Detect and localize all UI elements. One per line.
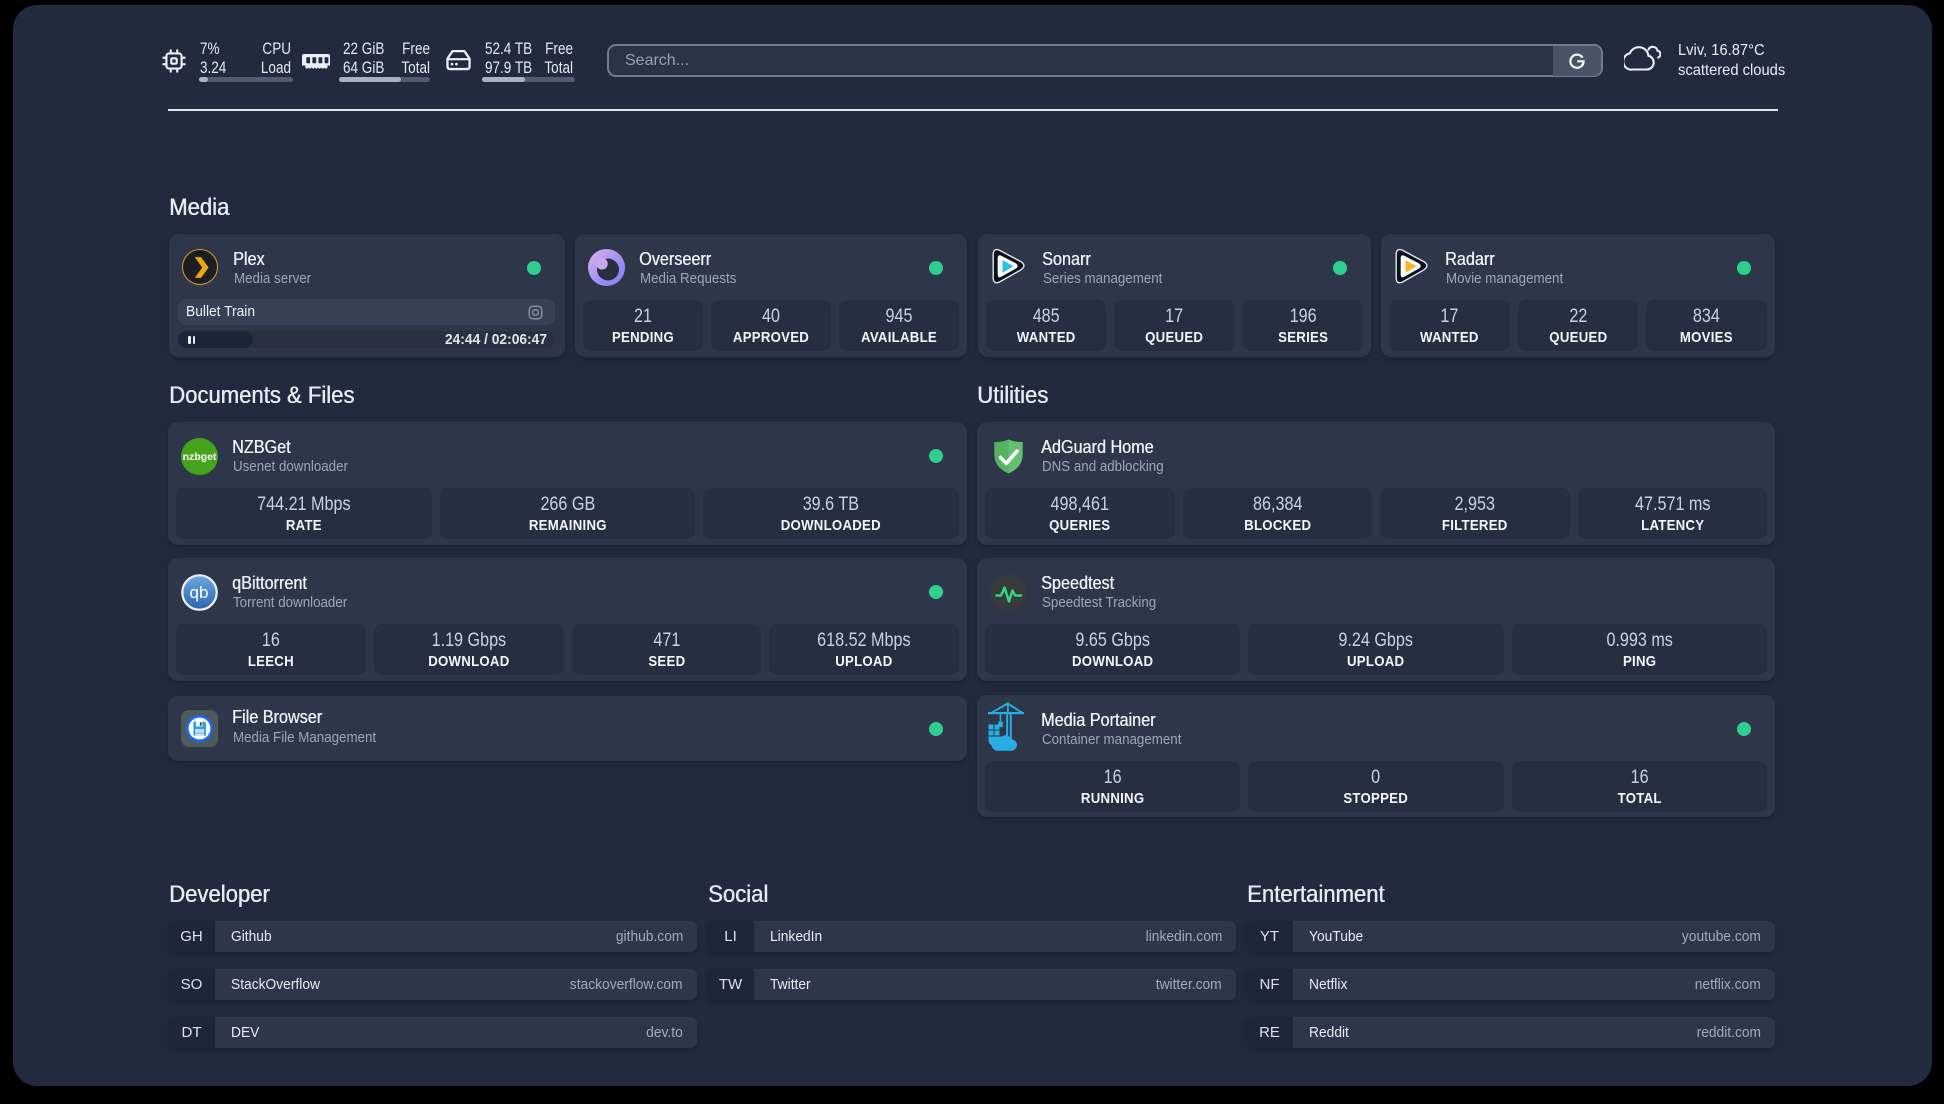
svg-text:qb: qb [190,583,209,602]
svg-text:nzbget: nzbget [183,451,217,463]
